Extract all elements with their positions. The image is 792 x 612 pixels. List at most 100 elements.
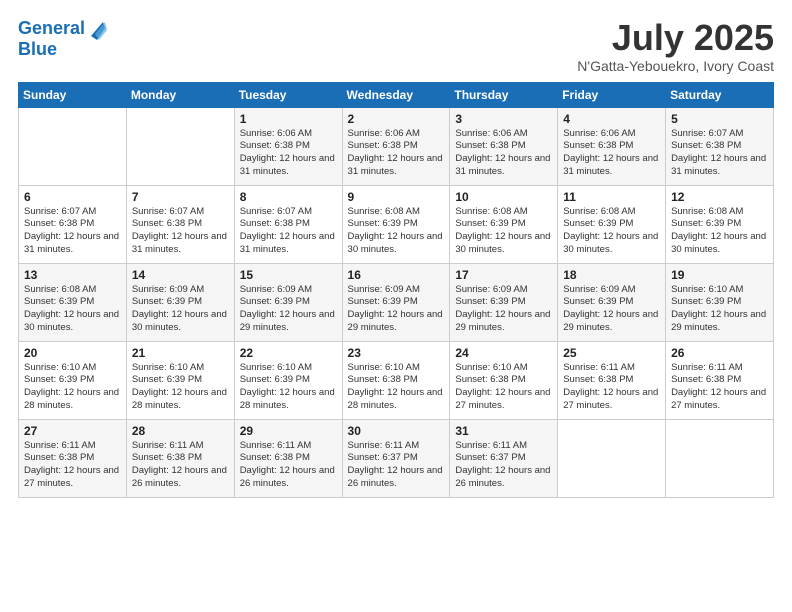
day-info: Sunrise: 6:10 AM Sunset: 6:38 PM Dayligh…	[348, 362, 445, 413]
week-row-4: 27 Sunrise: 6:11 AM Sunset: 6:38 PM Dayli…	[19, 419, 774, 497]
day-cell: 25Sunrise: 6:11 AM Sunset: 6:38 PM Dayli…	[558, 341, 666, 419]
logo-text2: Blue	[18, 40, 107, 60]
header: General Blue July 2025 N'Gatta-Yebouekro…	[18, 18, 774, 74]
day-cell: 21 Sunrise: 6:10 AM Sunset: 6:39 PM Dayli…	[126, 341, 234, 419]
day-number: 15	[240, 268, 337, 282]
day-info: Sunrise: 6:11 AM Sunset: 6:37 PM Dayligh…	[348, 440, 445, 491]
day-info: Sunrise: 6:08 AM Sunset: 6:39 PM Dayligh…	[348, 206, 445, 257]
day-info: Sunrise: 6:06 AM Sunset: 6:38 PM Dayligh…	[563, 128, 660, 179]
day-info: Sunrise: 6:07 AM Sunset: 6:38 PM Dayligh…	[132, 206, 229, 257]
logo: General Blue	[18, 18, 107, 60]
week-row-0: 1Sunrise: 6:06 AM Sunset: 6:38 PM Daylig…	[19, 107, 774, 185]
calendar-header: Sunday Monday Tuesday Wednesday Thursday…	[19, 82, 774, 107]
day-cell: 13 Sunrise: 6:08 AM Sunset: 6:39 PM Dayli…	[19, 263, 127, 341]
day-info: Sunrise: 6:10 AM Sunset: 6:39 PM Dayligh…	[132, 362, 229, 413]
day-number: 19	[671, 268, 768, 282]
day-number: 21	[132, 346, 229, 360]
header-wednesday: Wednesday	[342, 82, 450, 107]
day-info: Sunrise: 6:09 AM Sunset: 6:39 PM Dayligh…	[563, 284, 660, 335]
day-info: Sunrise: 6:06 AM Sunset: 6:38 PM Dayligh…	[455, 128, 552, 179]
day-cell: 14 Sunrise: 6:09 AM Sunset: 6:39 PM Dayli…	[126, 263, 234, 341]
day-number: 31	[455, 424, 552, 438]
day-number: 18	[563, 268, 660, 282]
day-number: 16	[348, 268, 445, 282]
calendar-body: 1Sunrise: 6:06 AM Sunset: 6:38 PM Daylig…	[19, 107, 774, 497]
week-row-1: 6 Sunrise: 6:07 AM Sunset: 6:38 PM Daylig…	[19, 185, 774, 263]
day-info: Sunrise: 6:09 AM Sunset: 6:39 PM Dayligh…	[348, 284, 445, 335]
header-saturday: Saturday	[666, 82, 774, 107]
title-block: July 2025 N'Gatta-Yebouekro, Ivory Coast	[577, 18, 774, 74]
day-number: 13	[24, 268, 121, 282]
day-number: 9	[348, 190, 445, 204]
day-number: 12	[671, 190, 768, 204]
day-cell: 12 Sunrise: 6:08 AM Sunset: 6:39 PM Dayli…	[666, 185, 774, 263]
day-cell: 18 Sunrise: 6:09 AM Sunset: 6:39 PM Dayli…	[558, 263, 666, 341]
header-row: Sunday Monday Tuesday Wednesday Thursday…	[19, 82, 774, 107]
day-cell: 3 Sunrise: 6:06 AM Sunset: 6:38 PM Daylig…	[450, 107, 558, 185]
day-cell: 1Sunrise: 6:06 AM Sunset: 6:38 PM Daylig…	[234, 107, 342, 185]
day-cell: 10 Sunrise: 6:08 AM Sunset: 6:39 PM Dayli…	[450, 185, 558, 263]
day-cell: 5 Sunrise: 6:07 AM Sunset: 6:38 PM Daylig…	[666, 107, 774, 185]
day-info: Sunrise: 6:10 AM Sunset: 6:39 PM Dayligh…	[671, 284, 768, 335]
day-number: 17	[455, 268, 552, 282]
day-info: Sunrise: 6:08 AM Sunset: 6:39 PM Dayligh…	[563, 206, 660, 257]
day-number: 8	[240, 190, 337, 204]
week-row-2: 13 Sunrise: 6:08 AM Sunset: 6:39 PM Dayli…	[19, 263, 774, 341]
location: N'Gatta-Yebouekro, Ivory Coast	[577, 58, 774, 74]
header-tuesday: Tuesday	[234, 82, 342, 107]
day-info: Sunrise: 6:08 AM Sunset: 6:39 PM Dayligh…	[24, 284, 121, 335]
day-info: Sunrise: 6:11 AM Sunset: 6:38 PM Dayligh…	[24, 440, 121, 491]
day-cell: 22Sunrise: 6:10 AM Sunset: 6:39 PM Dayli…	[234, 341, 342, 419]
logo-icon	[87, 18, 107, 40]
day-number: 14	[132, 268, 229, 282]
day-info: Sunrise: 6:09 AM Sunset: 6:39 PM Dayligh…	[132, 284, 229, 335]
day-number: 7	[132, 190, 229, 204]
day-info: Sunrise: 6:09 AM Sunset: 6:39 PM Dayligh…	[240, 284, 337, 335]
day-cell: 30 Sunrise: 6:11 AM Sunset: 6:37 PM Dayli…	[342, 419, 450, 497]
day-cell: 4 Sunrise: 6:06 AM Sunset: 6:38 PM Daylig…	[558, 107, 666, 185]
day-number: 4	[563, 112, 660, 126]
day-number: 11	[563, 190, 660, 204]
day-number: 2	[348, 112, 445, 126]
day-cell: 11 Sunrise: 6:08 AM Sunset: 6:39 PM Dayli…	[558, 185, 666, 263]
day-cell: 20 Sunrise: 6:10 AM Sunset: 6:39 PM Dayli…	[19, 341, 127, 419]
day-cell: 8Sunrise: 6:07 AM Sunset: 6:38 PM Daylig…	[234, 185, 342, 263]
logo-text: General	[18, 19, 85, 39]
day-info: Sunrise: 6:11 AM Sunset: 6:38 PM Dayligh…	[563, 362, 660, 413]
day-info: Sunrise: 6:07 AM Sunset: 6:38 PM Dayligh…	[671, 128, 768, 179]
day-number: 10	[455, 190, 552, 204]
day-info: Sunrise: 6:10 AM Sunset: 6:39 PM Dayligh…	[24, 362, 121, 413]
day-info: Sunrise: 6:08 AM Sunset: 6:39 PM Dayligh…	[671, 206, 768, 257]
page: General Blue July 2025 N'Gatta-Yebouekro…	[0, 0, 792, 612]
header-thursday: Thursday	[450, 82, 558, 107]
day-cell: 19 Sunrise: 6:10 AM Sunset: 6:39 PM Dayli…	[666, 263, 774, 341]
day-cell	[666, 419, 774, 497]
day-number: 28	[132, 424, 229, 438]
header-sunday: Sunday	[19, 82, 127, 107]
day-number: 5	[671, 112, 768, 126]
day-number: 23	[348, 346, 445, 360]
day-number: 24	[455, 346, 552, 360]
day-number: 26	[671, 346, 768, 360]
day-number: 20	[24, 346, 121, 360]
header-monday: Monday	[126, 82, 234, 107]
month-title: July 2025	[577, 18, 774, 58]
day-number: 3	[455, 112, 552, 126]
day-info: Sunrise: 6:08 AM Sunset: 6:39 PM Dayligh…	[455, 206, 552, 257]
day-number: 30	[348, 424, 445, 438]
day-cell	[558, 419, 666, 497]
day-number: 29	[240, 424, 337, 438]
day-info: Sunrise: 6:11 AM Sunset: 6:37 PM Dayligh…	[455, 440, 552, 491]
day-number: 6	[24, 190, 121, 204]
day-number: 27	[24, 424, 121, 438]
day-info: Sunrise: 6:11 AM Sunset: 6:38 PM Dayligh…	[132, 440, 229, 491]
day-cell: 23 Sunrise: 6:10 AM Sunset: 6:38 PM Dayli…	[342, 341, 450, 419]
day-cell: 31 Sunrise: 6:11 AM Sunset: 6:37 PM Dayli…	[450, 419, 558, 497]
day-cell: 24 Sunrise: 6:10 AM Sunset: 6:38 PM Dayli…	[450, 341, 558, 419]
day-number: 22	[240, 346, 337, 360]
day-cell: 7 Sunrise: 6:07 AM Sunset: 6:38 PM Daylig…	[126, 185, 234, 263]
day-cell: 9 Sunrise: 6:08 AM Sunset: 6:39 PM Daylig…	[342, 185, 450, 263]
day-cell: 2Sunrise: 6:06 AM Sunset: 6:38 PM Daylig…	[342, 107, 450, 185]
day-info: Sunrise: 6:10 AM Sunset: 6:38 PM Dayligh…	[455, 362, 552, 413]
day-info: Sunrise: 6:11 AM Sunset: 6:38 PM Dayligh…	[240, 440, 337, 491]
